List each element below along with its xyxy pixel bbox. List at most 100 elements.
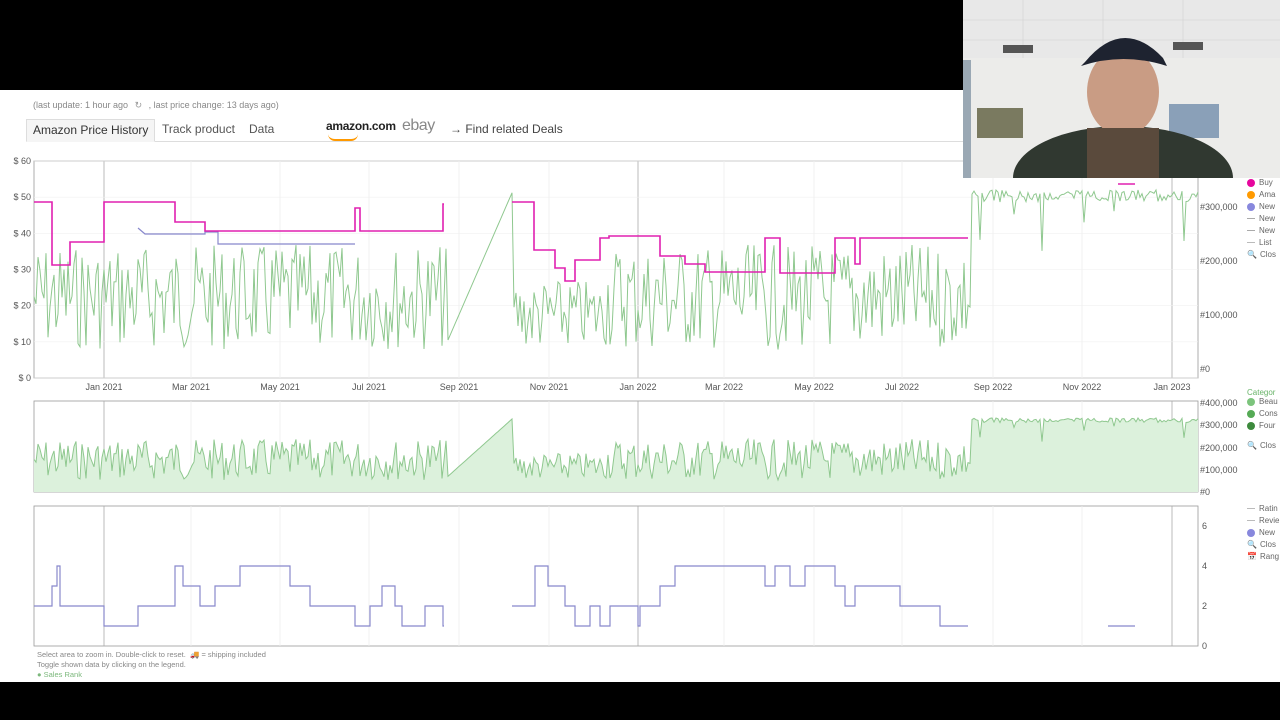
webcam-overlay [963, 0, 1280, 178]
date-axis: Jan 2021 Mar 2021 May 2021 Jul 2021 Sep 2021… [85, 382, 1190, 392]
offers-tick: 0 [1202, 641, 1207, 650]
legend-label: List [1259, 238, 1272, 247]
legend-item[interactable]: New [1247, 226, 1276, 238]
legend-close-label: Clos [1259, 441, 1276, 450]
legend-label: Rang [1259, 552, 1280, 561]
line-icon [1247, 508, 1255, 510]
rank-tick: #200,000 [1200, 256, 1238, 266]
rank-tick: #200,000 [1200, 443, 1238, 453]
rank-tick: #100,000 [1200, 465, 1238, 475]
legend-item[interactable]: Revie [1247, 516, 1279, 528]
legend-label: Clos [1259, 540, 1276, 549]
amazon-logo[interactable]: amazon.com [326, 119, 396, 141]
tab-track-product[interactable]: Track product [156, 119, 241, 140]
legend-label: New [1259, 214, 1276, 223]
tab-data[interactable]: Data [243, 119, 280, 140]
dot-icon [1247, 178, 1255, 187]
offers-tick: 2 [1202, 601, 1207, 611]
price-tick: $ 20 [13, 301, 31, 311]
shipping-icon: 🚚 [190, 650, 200, 659]
dot-icon [1247, 202, 1255, 211]
date-label: May 2021 [260, 382, 300, 392]
price-tick: $ 0 [18, 373, 31, 383]
legend-item[interactable]: New [1247, 202, 1276, 214]
legend-item[interactable]: Cons [1247, 409, 1278, 421]
legend-label: New [1259, 202, 1276, 211]
webcam-video [963, 0, 1280, 178]
dot-icon [1247, 397, 1255, 406]
legend-item[interactable]: Beau [1247, 397, 1278, 409]
legend-close[interactable]: 🔍 Clos [1247, 441, 1278, 450]
offer-count-axis: 6 4 2 0 [1202, 521, 1207, 650]
legend-item[interactable]: Ratin [1247, 504, 1279, 516]
legend-label: Buy [1259, 178, 1273, 187]
bottom-black-bar [0, 682, 1280, 720]
legend-item[interactable]: List [1247, 238, 1276, 250]
offer-count-panel-frame[interactable] [33, 505, 1199, 647]
legend-item[interactable]: 🔍 Clos [1247, 540, 1279, 552]
legend-item[interactable]: 📅 Rang [1247, 552, 1279, 564]
rank-axis-right: #300,000 #200,000 #100,000 #0 [1200, 202, 1238, 374]
date-label: Nov 2021 [530, 382, 569, 392]
offers-tick: 4 [1202, 561, 1207, 571]
legend-label: Cons [1259, 409, 1278, 418]
sales-rank-footer-label[interactable]: ● Sales Rank [37, 670, 266, 680]
date-label: Jan 2022 [619, 382, 656, 392]
offers-legend: Ratin Revie New 🔍 Clos 📅 Rang [1247, 504, 1279, 564]
price-axis: $ 60 $ 50 $ 40 $ 30 $ 20 $ 10 $ 0 [13, 156, 31, 383]
keepa-page: (last update: 1 hour ago ↻ , last price … [0, 90, 1280, 682]
price-tick: $ 30 [13, 265, 31, 275]
price-tick: $ 10 [13, 337, 31, 347]
legend-item[interactable]: Four [1247, 421, 1278, 433]
rank-tick: #0 [1200, 364, 1210, 374]
legend-title: Categor [1247, 388, 1276, 397]
price-tick: $ 50 [13, 192, 31, 202]
legend-item[interactable]: New [1247, 528, 1279, 540]
legend-label: Revie [1259, 516, 1280, 525]
legend-label: Clos [1259, 250, 1276, 259]
ebay-logo[interactable]: ebay [402, 117, 435, 135]
price-tick: $ 40 [13, 228, 31, 238]
calendar-icon: 📅 [1247, 552, 1257, 561]
legend-item[interactable]: Ama [1247, 190, 1276, 202]
legend-item[interactable]: 🔍 Clos [1247, 250, 1276, 262]
chart-footer: Select area to zoom in. Double-click to … [37, 650, 266, 680]
legend-item[interactable]: Buy [1247, 178, 1276, 190]
date-label: May 2022 [794, 382, 834, 392]
refresh-icon[interactable]: ↻ [135, 100, 143, 111]
main-legend: Buy Ama New New New List 🔍 Clos [1247, 178, 1276, 262]
legend-label: New [1259, 528, 1276, 537]
legend-label: Ama [1259, 190, 1276, 199]
date-label: Sep 2021 [440, 382, 479, 392]
legend-label: Ratin [1259, 504, 1278, 513]
date-label: Jul 2021 [352, 382, 386, 392]
line-icon [1247, 218, 1255, 220]
shipping-note: = shipping included [201, 650, 266, 659]
amazon-smile-icon [328, 134, 358, 141]
find-related-deals-link[interactable]: → Find related Deals [450, 119, 563, 140]
rank-tick: #100,000 [1200, 310, 1238, 320]
price-history-charts[interactable]: $ 60 $ 50 $ 40 $ 30 $ 20 $ 10 $ 0 #300,000 #200… [0, 150, 1245, 650]
search-icon: 🔍 [1247, 540, 1257, 549]
line-icon [1247, 230, 1255, 232]
dot-icon [1247, 421, 1255, 430]
date-label: Jul 2022 [885, 382, 919, 392]
dot-icon [1247, 528, 1255, 537]
date-label: Jan 2023 [1153, 382, 1190, 392]
legend-label: Beau [1259, 397, 1278, 406]
sales-rank-panel-axis: #400,000 #300,000 #200,000 #100,000 #0 [1200, 398, 1238, 497]
rank-tick: #0 [1200, 487, 1210, 497]
zoom-hint: Select area to zoom in. Double-click to … [37, 650, 186, 659]
legend-label: Four [1259, 421, 1276, 430]
legend-item[interactable]: New [1247, 214, 1276, 226]
line-icon [1247, 520, 1255, 522]
dot-icon [1247, 190, 1255, 199]
legend-label: New [1259, 226, 1276, 235]
legend-toggle-hint: Toggle shown data by clicking on the leg… [37, 660, 186, 669]
offers-tick: 6 [1202, 521, 1207, 531]
date-label: Mar 2022 [705, 382, 743, 392]
amazon-logo-text: amazon.com [326, 119, 396, 133]
tab-amazon-price-history[interactable]: Amazon Price History [26, 119, 156, 142]
last-update-text: (last update: 1 hour ago [33, 100, 129, 110]
dot-icon [1247, 409, 1255, 418]
